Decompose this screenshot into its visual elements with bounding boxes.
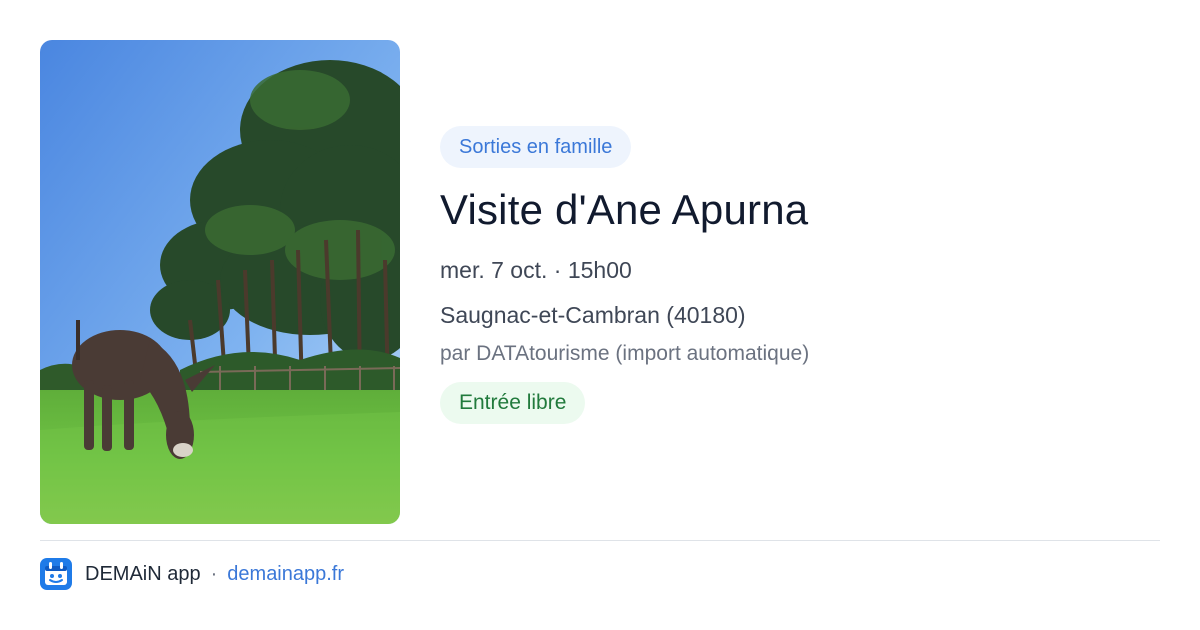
event-photo xyxy=(40,40,400,524)
price-badge: Entrée libre xyxy=(440,382,586,424)
event-datetime: mer. 7 oct. · 15h00 xyxy=(440,257,632,283)
footer-divider xyxy=(40,540,1160,541)
app-website-link[interactable]: demainapp.fr xyxy=(227,563,344,586)
event-title[interactable]: Visite d'Ane Apurna xyxy=(440,184,1160,236)
event-organizer: par DATAtourisme (import automatique) xyxy=(440,342,810,365)
category-tag[interactable]: Sorties en famille xyxy=(440,126,632,168)
footer-separator: · xyxy=(210,562,218,585)
demain-app-logo-icon xyxy=(40,558,72,590)
event-info: Sorties en famille Visite d'Ane Apurna m… xyxy=(440,126,1160,424)
app-name: DEMAiN app xyxy=(85,562,201,585)
event-location: Saugnac-et-Cambran (40180) xyxy=(440,302,746,328)
footer: DEMAiN app · demainapp.fr xyxy=(40,558,344,590)
event-card[interactable]: Sorties en famille Visite d'Ane Apurna m… xyxy=(0,0,1200,630)
